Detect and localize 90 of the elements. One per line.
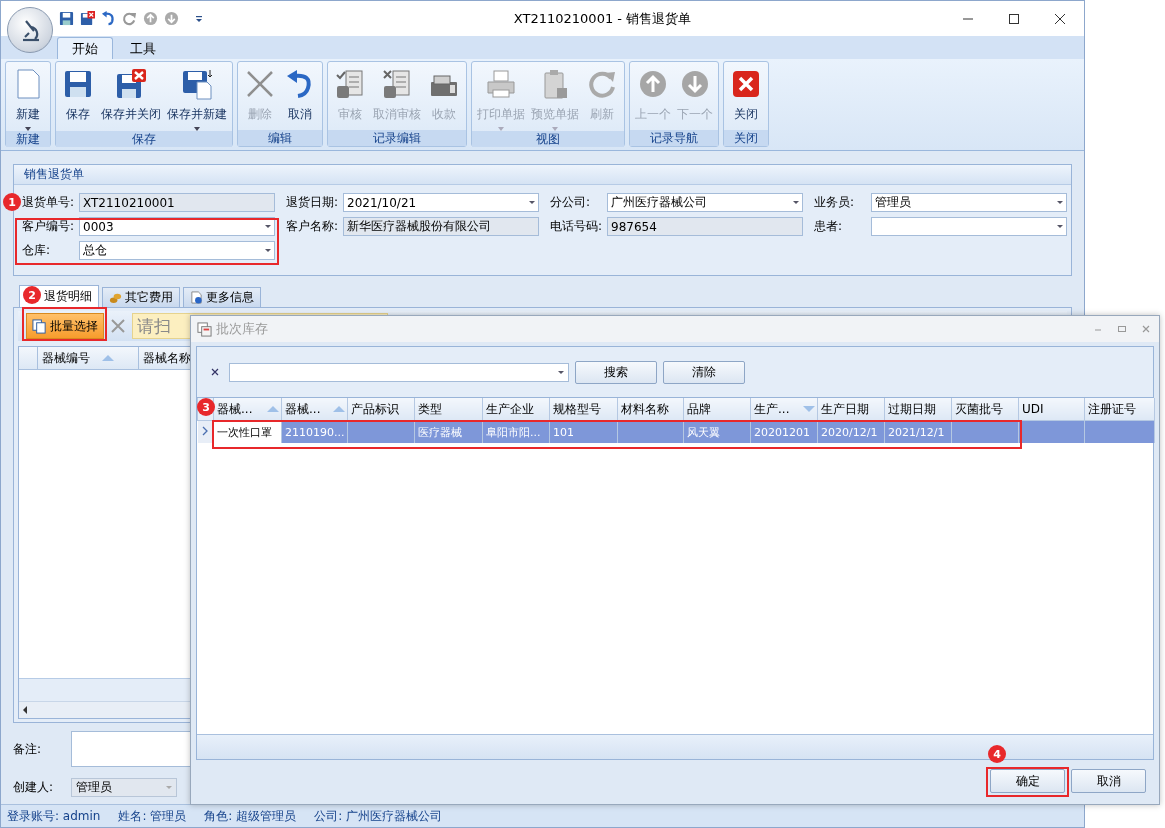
window-title: XT2110210001 - 销售退货单 xyxy=(513,9,692,28)
status-text: 姓名: 管理员 xyxy=(118,807,187,825)
table-row[interactable]: 一次性口罩 2110190... 医疗器械 阜阳市阳... 101 风天翼 20201201 2020/12/1 2021/12/1 xyxy=(197,420,1155,443)
down-icon xyxy=(679,68,711,100)
field-label: 退货日期: xyxy=(286,194,340,211)
delete-icon[interactable] xyxy=(110,318,126,334)
column-header[interactable]: 注册证号 xyxy=(1084,398,1155,421)
input-field[interactable]: XT2110210001 xyxy=(79,193,275,212)
combo-box[interactable]: 总仓 xyxy=(79,241,275,260)
up-icon xyxy=(637,68,669,100)
ribbon-button[interactable]: 保存 xyxy=(58,64,98,131)
field-label: 患者: xyxy=(814,218,844,235)
combo-box[interactable]: 2021/10/21 xyxy=(343,193,539,212)
field-label: 创建人: xyxy=(13,778,55,796)
ribbon-tab[interactable]: 开始 xyxy=(57,37,113,59)
customize-caret-icon[interactable] xyxy=(195,14,203,23)
ribbon-button[interactable]: 关闭 xyxy=(726,64,766,130)
status-text: 角色: 超级管理员 xyxy=(204,807,297,825)
ribbon-group: 新建 新建 xyxy=(5,61,51,147)
ribbon-tab[interactable]: 工具 xyxy=(115,37,171,59)
field-label: 退货单号: xyxy=(22,194,76,211)
ribbon-group: 删除 取消 编辑 xyxy=(237,61,323,147)
search-field[interactable] xyxy=(229,362,569,382)
status-text: 登录账号: admin xyxy=(7,807,101,825)
search-button[interactable]: 搜索 xyxy=(575,360,657,384)
close-icon xyxy=(730,68,762,100)
combo-box[interactable] xyxy=(871,217,1067,236)
tab[interactable]: 其它费用 xyxy=(102,287,180,307)
column-header[interactable]: 器械... xyxy=(281,398,348,421)
ribbon-group: 打印单据 预览单据 刷新 视图 xyxy=(471,61,625,147)
batch-select-button[interactable]: 批量选择 xyxy=(26,313,104,339)
column-header[interactable]: 过期日期 xyxy=(884,398,952,421)
input-field[interactable]: 987654 xyxy=(607,217,803,236)
clear-icon[interactable] xyxy=(211,368,219,376)
panel-title: 销售退货单 xyxy=(14,165,1071,185)
ribbon-button[interactable]: 保存并关闭 xyxy=(98,64,164,131)
cancel-button[interactable]: 取消 xyxy=(1071,769,1146,793)
ribbon-button[interactable]: 新建 xyxy=(8,64,48,131)
down-icon[interactable] xyxy=(164,11,179,26)
field-label: 业务员: xyxy=(814,194,856,211)
coins-icon xyxy=(109,291,122,304)
ok-button[interactable]: 确定 xyxy=(990,769,1065,793)
field-label: 仓库: xyxy=(22,242,52,259)
ribbon-button[interactable]: 取消 xyxy=(280,64,320,130)
save-icon[interactable] xyxy=(59,11,74,26)
unaudit-icon xyxy=(381,68,413,100)
combo-box[interactable]: 管理员 xyxy=(871,193,1067,212)
column-header[interactable]: 生产... xyxy=(750,398,818,421)
column-header[interactable]: 品牌 xyxy=(683,398,751,421)
column-header[interactable]: 生产日期 xyxy=(817,398,885,421)
up-icon[interactable] xyxy=(143,11,158,26)
field-label: 客户编号: xyxy=(22,218,76,235)
table-icon xyxy=(197,321,212,337)
column-header[interactable]: 规格型号 xyxy=(549,398,618,421)
maximize-icon[interactable] xyxy=(1008,12,1020,25)
ribbon-group: 关闭 关闭 xyxy=(723,61,769,147)
field-label: 客户名称: xyxy=(286,218,340,235)
column-header[interactable]: 器械编号 xyxy=(38,347,139,369)
field-label: 备注: xyxy=(13,740,43,758)
row-indicator-icon xyxy=(202,425,209,436)
audit-icon xyxy=(334,68,366,100)
input-field[interactable]: 新华医疗器械股份有限公司 xyxy=(343,217,539,236)
column-header[interactable]: 类型 xyxy=(414,398,483,421)
column-header[interactable]: UDI xyxy=(1018,398,1085,421)
column-header[interactable]: 灭菌批号 xyxy=(951,398,1019,421)
column-header[interactable]: 产品标识 xyxy=(347,398,415,421)
close-icon[interactable] xyxy=(1054,12,1066,25)
saveclose-icon xyxy=(115,68,147,100)
status-text: 公司: 广州医疗器械公司 xyxy=(314,807,443,825)
save-close-icon[interactable] xyxy=(80,11,95,26)
print-icon xyxy=(485,68,517,100)
combo-box[interactable]: 广州医疗器械公司 xyxy=(607,193,803,212)
field-label: 分公司: xyxy=(550,194,592,211)
savenew-icon xyxy=(181,68,213,100)
column-header[interactable]: 器械... xyxy=(213,398,282,421)
dialog-title: 批次库存 xyxy=(216,320,268,338)
tab[interactable]: 更多信息 xyxy=(183,287,261,307)
column-header[interactable]: 生产企业 xyxy=(482,398,550,421)
copy-icon xyxy=(32,318,47,334)
redo-icon[interactable] xyxy=(122,11,137,26)
field-label: 电话号码: xyxy=(550,218,604,235)
combo-box[interactable]: 管理员 xyxy=(71,777,177,797)
save-icon xyxy=(62,68,94,100)
ribbon-group: 保存 保存并关闭 保存并新建 保存 xyxy=(55,61,233,147)
ribbon-group: 审核 取消审核 收款 记录编辑 xyxy=(327,61,467,147)
info-document-icon xyxy=(190,291,203,304)
column-header[interactable]: 材料名称 xyxy=(617,398,684,421)
clear-button[interactable]: 清除 xyxy=(663,360,745,384)
undo-icon[interactable] xyxy=(101,11,116,26)
app-menu-button[interactable] xyxy=(7,7,53,53)
